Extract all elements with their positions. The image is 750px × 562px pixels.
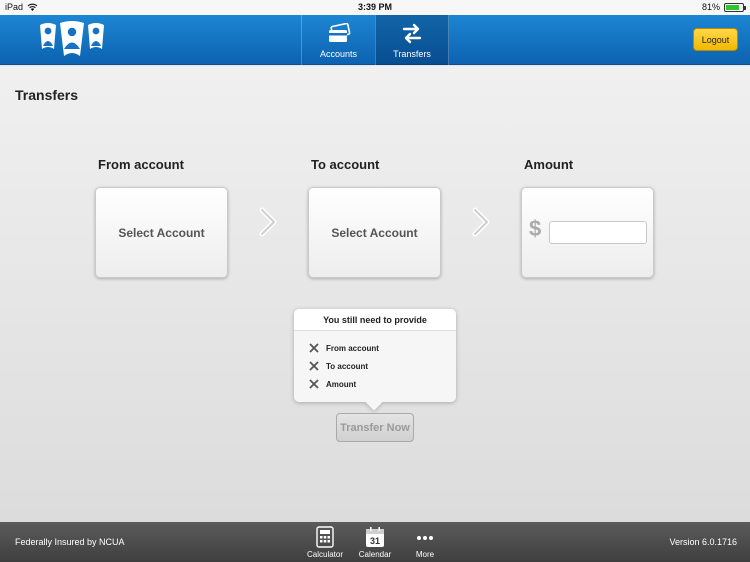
tab-accounts-label: Accounts (319, 49, 358, 59)
requirements-list: From account To account Amount (294, 331, 456, 393)
calculator-button[interactable]: Calculator (305, 526, 345, 559)
navbar: Accounts Transfers Logout (0, 15, 750, 65)
calendar-icon: 31 (366, 527, 384, 547)
transfer-now-button[interactable]: Transfer Now (336, 413, 414, 442)
calendar-button[interactable]: 31 Calendar (355, 526, 395, 559)
amount-input[interactable] (549, 221, 647, 244)
calculator-label: Calculator (306, 550, 343, 559)
tab-transfers-label: Transfers (393, 49, 431, 59)
close-x-icon (309, 379, 319, 389)
page-title: Transfers (15, 87, 79, 103)
amount-card: $ (521, 187, 654, 278)
more-label: More (415, 550, 435, 559)
footer-toolbar: Federally Insured by NCUA Calculator 31 … (0, 522, 750, 562)
requirement-item: From account (294, 339, 456, 357)
tab-transfers[interactable]: Transfers (375, 15, 449, 65)
currency-symbol: $ (529, 216, 542, 241)
requirement-item: Amount (294, 375, 456, 393)
more-dots-icon (417, 536, 433, 540)
logout-button[interactable]: Logout (693, 28, 738, 51)
transfer-form: Transfers From account To account Amount… (0, 66, 750, 522)
cards-icon (328, 23, 350, 42)
tab-accounts[interactable]: Accounts (301, 15, 375, 65)
to-account-select-button[interactable]: Select Account (308, 187, 441, 278)
transfer-arrows-icon (402, 23, 422, 44)
requirements-title: You still need to provide (294, 309, 456, 331)
to-account-label: To account (311, 157, 380, 172)
battery-percent: 81% (701, 2, 720, 12)
close-x-icon (309, 361, 319, 371)
more-button[interactable]: More (405, 526, 445, 559)
to-account-select-label: Select Account (331, 225, 418, 240)
status-time: 3:39 PM (357, 2, 392, 12)
calculator-icon (316, 526, 334, 548)
requirement-label: To account (326, 361, 369, 371)
calendar-day: 31 (370, 536, 380, 546)
requirements-popover: You still need to provide From account T… (294, 309, 456, 402)
amount-label: Amount (524, 157, 574, 172)
status-bar: iPad 3:39 PM 81% (0, 0, 750, 15)
credit-union-logo (40, 21, 104, 56)
app-version: Version 6.0.1716 (669, 537, 737, 547)
insured-notice: Federally Insured by NCUA (15, 537, 125, 547)
requirement-label: Amount (326, 379, 357, 389)
status-right: 81% (701, 2, 746, 12)
chevron-right-icon (259, 207, 277, 237)
battery-icon (724, 2, 746, 12)
close-x-icon (309, 343, 319, 353)
requirement-item: To account (294, 357, 456, 375)
from-account-select-button[interactable]: Select Account (95, 187, 228, 278)
from-account-label: From account (98, 157, 184, 172)
requirement-label: From account (326, 343, 379, 353)
chevron-right-icon (472, 207, 490, 237)
from-account-select-label: Select Account (118, 225, 205, 240)
calendar-label: Calendar (358, 550, 392, 559)
